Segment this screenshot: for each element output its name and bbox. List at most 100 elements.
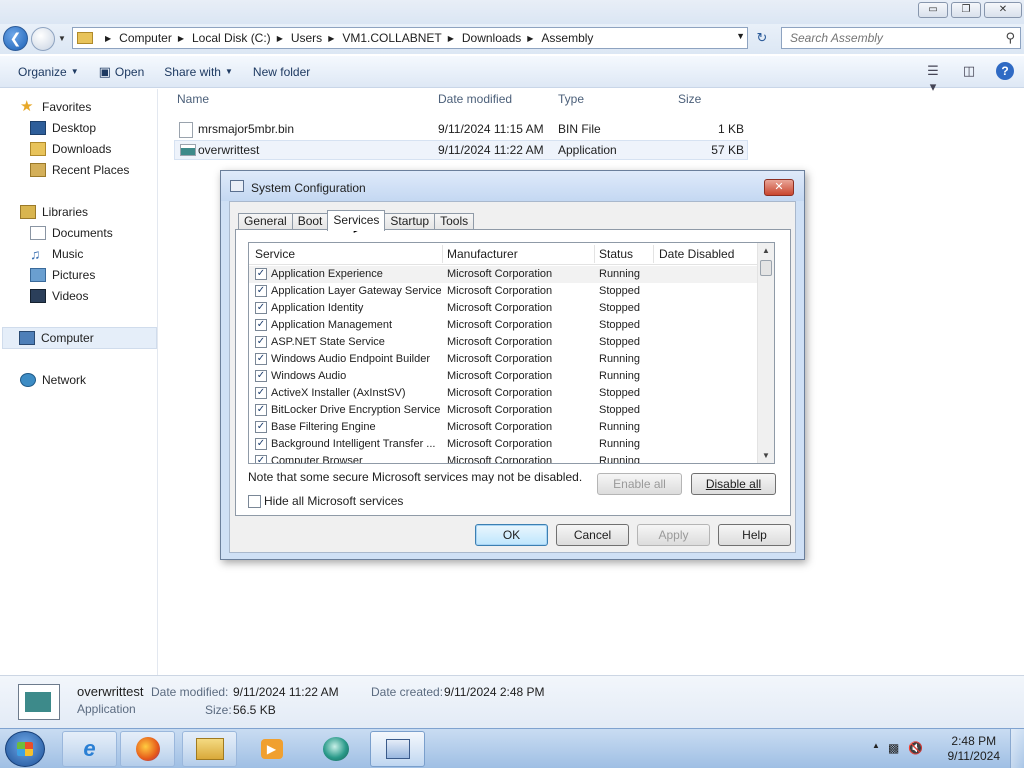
address-bar[interactable]: ▶ Computer ▶ Local Disk (C:) ▶ Users ▶ VM1.… <box>72 27 748 49</box>
nav-videos[interactable]: Videos <box>30 286 88 306</box>
breadcrumb-users[interactable]: Users ▶ <box>291 31 343 45</box>
service-row[interactable]: ✓ ASP.NET State Service Microsoft Corporat… <box>249 334 759 351</box>
enable-all-button[interactable]: Enable all <box>597 473 682 495</box>
disable-all-button[interactable]: Disable all <box>691 473 776 495</box>
forward-button[interactable] <box>31 27 55 51</box>
breadcrumb-downloads[interactable]: Downloads ▶ <box>462 31 542 45</box>
nav-pictures[interactable]: Pictures <box>30 265 95 285</box>
preview-pane-icon[interactable]: ◫ <box>960 63 978 79</box>
column-header-type[interactable]: Type <box>558 92 584 110</box>
column-divider[interactable] <box>442 245 443 263</box>
tab-boot[interactable]: Boot <box>291 213 329 230</box>
nav-libraries[interactable]: Libraries <box>20 202 88 222</box>
column-header-date-modified[interactable]: Date modified <box>438 92 512 110</box>
service-row[interactable]: ✓ Computer Browser Microsoft Corporation Ru… <box>249 453 759 463</box>
msconfig-taskbar-icon[interactable] <box>370 731 425 767</box>
show-hidden-icons-icon[interactable]: ▲ <box>872 741 880 750</box>
search-icon[interactable]: ⚲ <box>1005 30 1015 46</box>
breadcrumb-assembly[interactable]: Assembly <box>541 31 593 45</box>
volume-muted-icon[interactable]: 🔇 <box>908 741 923 755</box>
tab-services[interactable]: Services <box>327 210 386 231</box>
minimize-button[interactable]: ▭ <box>918 2 948 18</box>
nav-downloads[interactable]: Downloads <box>30 139 111 159</box>
recent-pages-dropdown[interactable]: ▼ <box>58 34 66 43</box>
service-row[interactable]: ✓ Application Management Microsoft Corpora… <box>249 317 759 334</box>
column-divider[interactable] <box>594 245 595 263</box>
scroll-down-icon[interactable]: ▼ <box>762 451 770 460</box>
nav-computer[interactable]: Computer <box>2 327 157 349</box>
checkbox-box[interactable] <box>248 494 261 508</box>
service-row[interactable]: ✓ Application Identity Microsoft Corporati… <box>249 300 759 317</box>
column-divider[interactable] <box>653 245 654 263</box>
search-input[interactable] <box>782 28 992 48</box>
file-explorer-icon[interactable] <box>182 731 237 767</box>
organize-button[interactable]: Organize ▼ <box>8 60 89 84</box>
service-checkbox[interactable]: ✓ <box>255 319 267 331</box>
column-header-service[interactable]: Service <box>255 247 295 261</box>
open-button[interactable]: ▣ Open <box>89 60 155 84</box>
service-row[interactable]: ✓ ActiveX Installer (AxInstSV) Microsoft C… <box>249 385 759 402</box>
hide-ms-services-checkbox[interactable]: Hide all Microsoft services <box>248 494 403 508</box>
service-row[interactable]: ✓ Application Layer Gateway Service Micros… <box>249 283 759 300</box>
refresh-icon[interactable]: ↻ <box>752 30 772 48</box>
internet-explorer-icon[interactable]: e <box>62 731 117 767</box>
view-options-icon[interactable]: ☰ ▾ <box>924 63 942 94</box>
file-row[interactable]: overwrittest 9/11/2024 11:22 AM Applicat… <box>174 140 748 160</box>
service-checkbox[interactable]: ✓ <box>255 370 267 382</box>
close-button[interactable]: ✕ <box>984 2 1022 18</box>
service-checkbox[interactable]: ✓ <box>255 387 267 399</box>
apply-button[interactable]: Apply <box>637 524 710 546</box>
nav-desktop[interactable]: Desktop <box>30 118 96 138</box>
service-checkbox[interactable]: ✓ <box>255 302 267 314</box>
show-desktop-button[interactable] <box>1010 729 1024 768</box>
help-icon[interactable]: ? <box>996 62 1014 80</box>
service-checkbox[interactable]: ✓ <box>255 455 267 463</box>
firefox-icon[interactable] <box>120 731 175 767</box>
maximize-button[interactable]: ❐ <box>951 2 981 18</box>
breadcrumb-computer[interactable]: Computer ▶ <box>119 31 192 45</box>
start-button[interactable] <box>5 731 45 767</box>
column-header-size[interactable]: Size <box>678 92 701 110</box>
breadcrumb-user-folder[interactable]: VM1.COLLABNET ▶ <box>342 31 462 45</box>
dialog-title-bar[interactable]: System Configuration ✕ <box>221 171 804 201</box>
tab-startup[interactable]: Startup <box>384 213 436 230</box>
nav-music[interactable]: ♫ Music <box>30 244 83 264</box>
vertical-scrollbar[interactable]: ▲ ▼ <box>757 243 774 463</box>
service-checkbox[interactable]: ✓ <box>255 404 267 416</box>
service-checkbox[interactable]: ✓ <box>255 336 267 348</box>
dialog-close-button[interactable]: ✕ <box>764 179 794 196</box>
file-row[interactable]: mrsmajor5mbr.bin 9/11/2024 11:15 AM BIN … <box>174 119 748 139</box>
column-header-name[interactable]: Name <box>177 92 209 110</box>
new-folder-button[interactable]: New folder <box>243 60 320 84</box>
tab-tools[interactable]: Tools <box>434 213 475 230</box>
service-row[interactable]: ✓ Background Intelligent Transfer ... Micr… <box>249 436 759 453</box>
service-row[interactable]: ✓ Windows Audio Microsoft Corporation Runni… <box>249 368 759 385</box>
service-checkbox[interactable]: ✓ <box>255 285 267 297</box>
column-header-manufacturer[interactable]: Manufacturer <box>447 247 518 261</box>
cancel-button[interactable]: Cancel <box>556 524 629 546</box>
service-checkbox[interactable]: ✓ <box>255 353 267 365</box>
share-with-button[interactable]: Share with ▼ <box>154 60 243 84</box>
clock[interactable]: 2:48 PM 9/11/2024 <box>948 734 1001 764</box>
back-button[interactable]: ❮ <box>3 26 28 51</box>
column-header-status[interactable]: Status <box>599 247 633 261</box>
nav-favorites[interactable]: ★ Favorites <box>20 97 91 117</box>
nav-documents[interactable]: Documents <box>30 223 113 243</box>
ok-button[interactable]: OK <box>475 524 548 546</box>
network-icon[interactable]: ▩ <box>888 741 899 755</box>
media-player-icon[interactable]: ▶ <box>244 731 299 767</box>
breadcrumb-local-disk[interactable]: Local Disk (C:) ▶ <box>192 31 291 45</box>
tab-general[interactable]: General <box>238 213 293 230</box>
scroll-thumb[interactable] <box>760 260 772 276</box>
nav-recent-places[interactable]: Recent Places <box>30 160 129 180</box>
service-checkbox[interactable]: ✓ <box>255 268 267 280</box>
app-icon[interactable] <box>308 731 363 767</box>
service-checkbox[interactable]: ✓ <box>255 438 267 450</box>
service-row[interactable]: ✓ Application Experience Microsoft Corpora… <box>249 266 759 283</box>
nav-network[interactable]: Network <box>20 370 86 390</box>
help-button[interactable]: Help <box>718 524 791 546</box>
chevron-down-icon[interactable]: ▼ <box>736 31 745 41</box>
column-header-date-disabled[interactable]: Date Disabled <box>659 247 734 261</box>
service-checkbox[interactable]: ✓ <box>255 421 267 433</box>
service-row[interactable]: ✓ Base Filtering Engine Microsoft Corporat… <box>249 419 759 436</box>
